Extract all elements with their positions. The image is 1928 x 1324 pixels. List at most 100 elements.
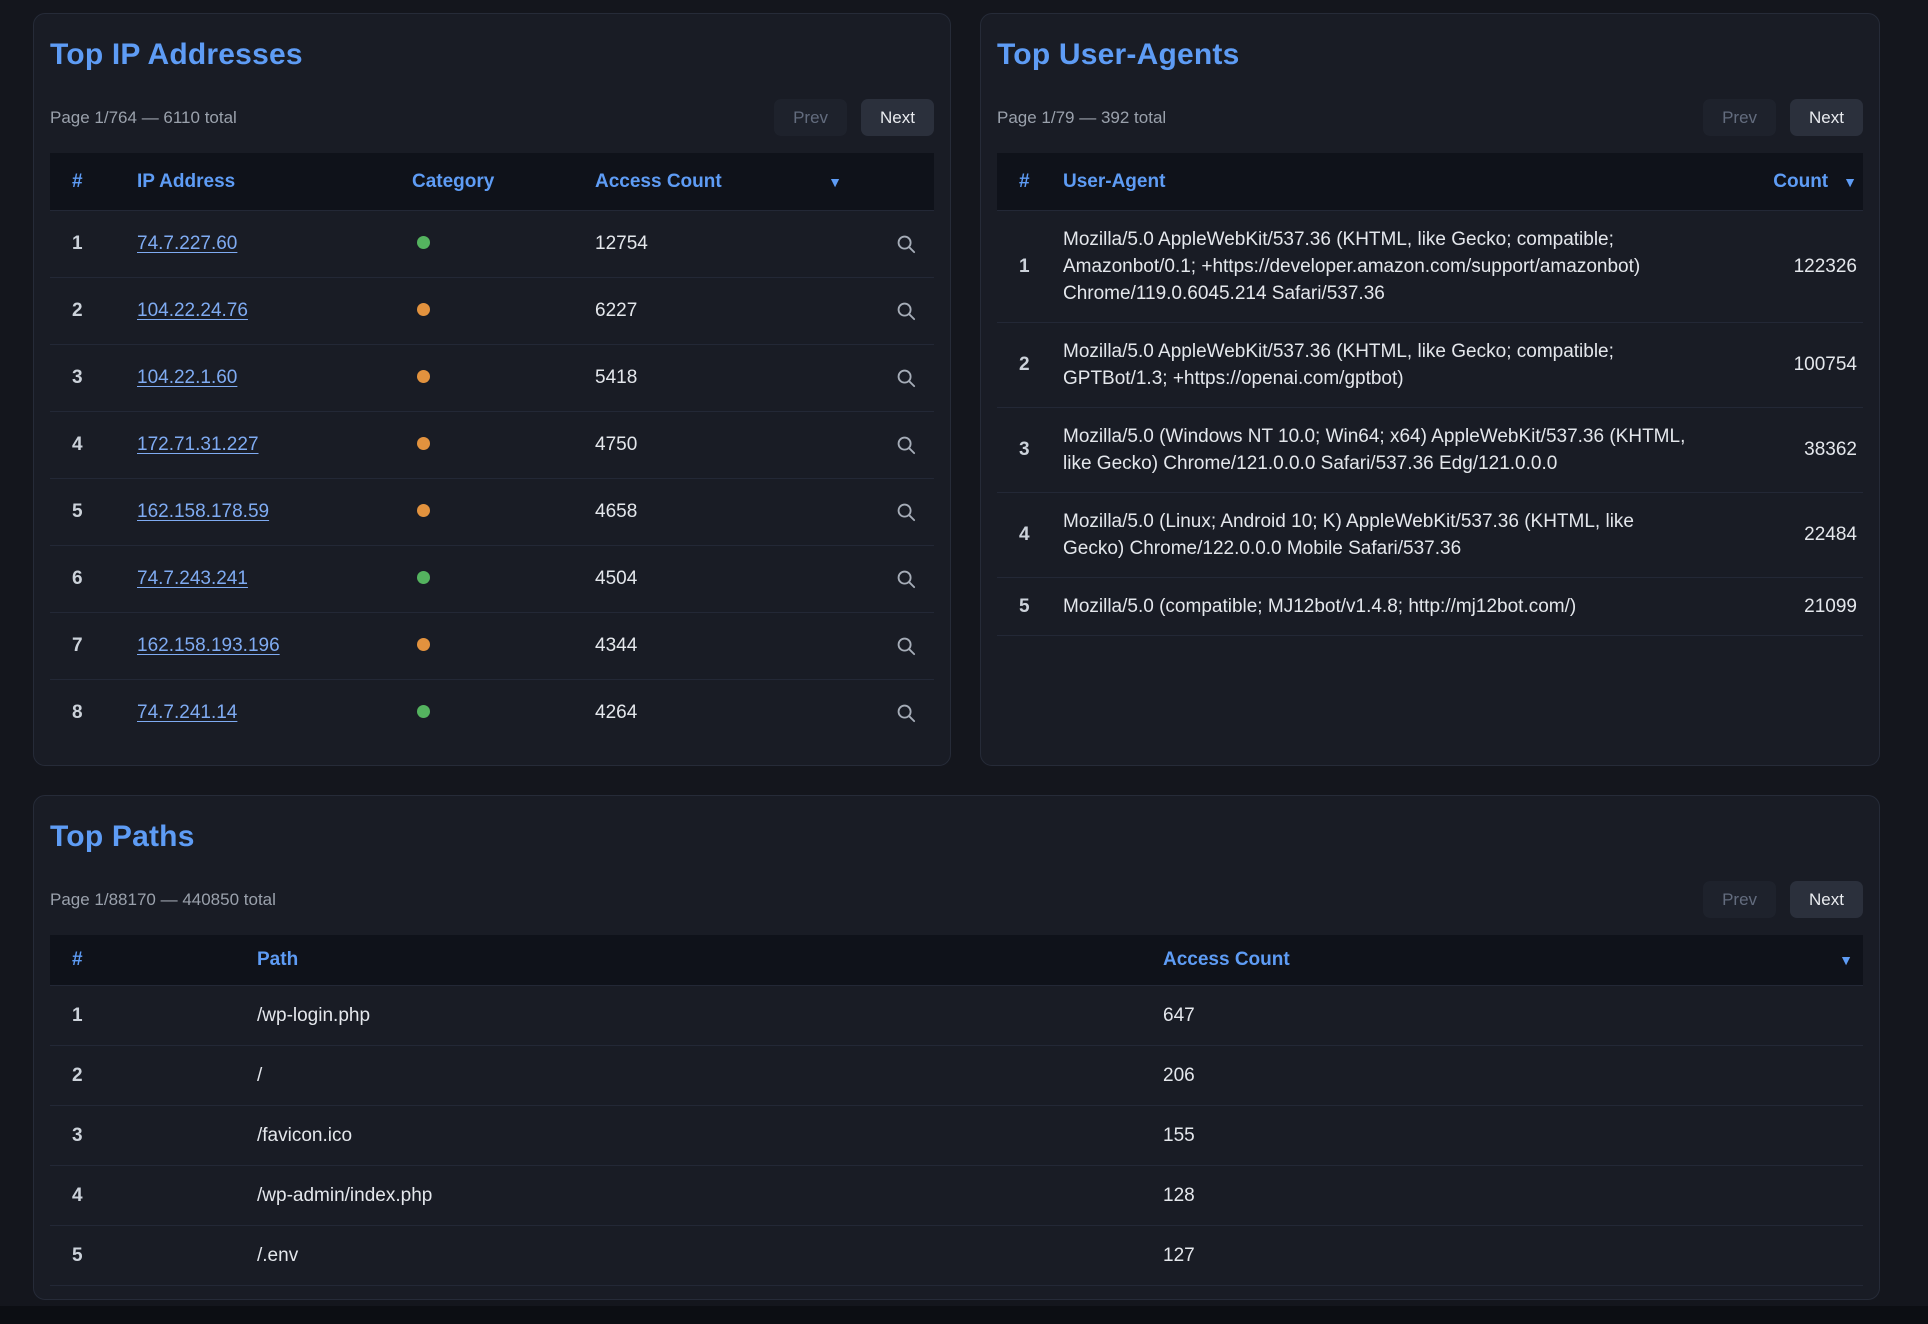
table-row: 5 Mozilla/5.0 (compatible; MJ12bot/v1.4.… <box>997 577 1863 635</box>
inspect-ip-button[interactable] <box>878 501 934 524</box>
inspect-ip-button[interactable] <box>878 635 934 658</box>
ip-address-link[interactable]: 74.7.227.60 <box>137 233 237 254</box>
column-header-count[interactable]: Count ▼ <box>1713 171 1863 193</box>
table-row: 4 172.71.31.227 4750 <box>50 411 934 478</box>
rank-cell: 4 <box>997 524 1063 546</box>
page-title: Top IP Addresses <box>50 38 934 72</box>
path-cell: / <box>235 1065 1163 1087</box>
table-header-row: # Path Access Count ▼ <box>50 935 1863 985</box>
category-dot <box>417 370 430 383</box>
table-row: 2 Mozilla/5.0 AppleWebKit/537.36 (KHTML,… <box>997 322 1863 407</box>
table-header-row: # User-Agent Count ▼ <box>997 153 1863 210</box>
ip-address-link[interactable]: 104.22.1.60 <box>137 367 237 388</box>
table-row: 2 / 206 <box>50 1045 1863 1105</box>
inspect-ip-button[interactable] <box>878 300 934 323</box>
ip-address-link[interactable]: 74.7.243.241 <box>137 568 248 589</box>
ip-address-link[interactable]: 172.71.31.227 <box>137 434 259 455</box>
pagination-info: Page 1/79 — 392 total <box>997 108 1166 128</box>
column-header-ip: IP Address <box>137 171 412 193</box>
user-agent-cell: Mozilla/5.0 (Linux; Android 10; K) Apple… <box>1063 508 1713 562</box>
rank-cell: 3 <box>997 439 1063 461</box>
sort-desc-icon[interactable]: ▼ <box>1843 174 1857 190</box>
rank-cell: 2 <box>997 354 1063 376</box>
table-row: 2 104.22.24.76 6227 <box>50 277 934 344</box>
rank-cell: 4 <box>50 1185 235 1207</box>
magnifier-icon <box>895 367 918 390</box>
next-button[interactable]: Next <box>1790 881 1863 918</box>
pagination-info: Page 1/764 — 6110 total <box>50 108 237 128</box>
column-header-access-count[interactable]: Access Count ▼ <box>1163 949 1863 971</box>
rank-cell: 3 <box>50 1125 235 1147</box>
inspect-ip-button[interactable] <box>878 702 934 725</box>
count-cell: 122326 <box>1713 256 1863 278</box>
column-header-access-count[interactable]: Access Count ▼ <box>595 171 878 193</box>
rank-cell: 1 <box>997 256 1063 278</box>
user-agent-cell: Mozilla/5.0 (compatible; MJ12bot/v1.4.8;… <box>1063 593 1713 620</box>
table-row: 5 162.158.178.59 4658 <box>50 478 934 545</box>
rank-cell: 2 <box>50 300 137 322</box>
paths-table: # Path Access Count ▼ 1 /wp-login.php 64… <box>50 935 1863 1286</box>
sort-desc-icon[interactable]: ▼ <box>1839 952 1853 968</box>
access-count-cell: 206 <box>1163 1065 1863 1087</box>
rank-cell: 8 <box>50 702 137 724</box>
rank-cell: 7 <box>50 635 137 657</box>
table-row: 8 74.7.241.14 4264 <box>50 679 934 746</box>
table-row: 1 Mozilla/5.0 AppleWebKit/537.36 (KHTML,… <box>997 210 1863 322</box>
access-count-cell: 12754 <box>595 233 878 255</box>
category-dot <box>417 236 430 249</box>
magnifier-icon <box>895 702 918 725</box>
category-dot <box>417 571 430 584</box>
table-row: 4 Mozilla/5.0 (Linux; Android 10; K) App… <box>997 492 1863 577</box>
column-header-user-agent: User-Agent <box>1063 171 1713 193</box>
rank-cell: 5 <box>50 501 137 523</box>
inspect-ip-button[interactable] <box>878 434 934 457</box>
ip-address-link[interactable]: 162.158.193.196 <box>137 635 280 656</box>
table-row: 4 /wp-admin/index.php 128 <box>50 1165 1863 1225</box>
count-cell: 100754 <box>1713 354 1863 376</box>
ip-address-link[interactable]: 104.22.24.76 <box>137 300 248 321</box>
rank-cell: 1 <box>50 233 137 255</box>
rank-cell: 2 <box>50 1065 235 1087</box>
ip-address-link[interactable]: 162.158.178.59 <box>137 501 269 522</box>
count-cell: 22484 <box>1713 524 1863 546</box>
path-cell: /wp-admin/index.php <box>235 1185 1163 1207</box>
sort-desc-icon[interactable]: ▼ <box>828 174 842 190</box>
access-count-cell: 4750 <box>595 434 878 456</box>
rank-cell: 3 <box>50 367 137 389</box>
rank-cell: 5 <box>997 596 1063 618</box>
path-cell: /favicon.ico <box>235 1125 1163 1147</box>
access-count-cell: 4658 <box>595 501 878 523</box>
column-header-path: Path <box>235 949 1163 971</box>
prev-button[interactable]: Prev <box>774 99 847 136</box>
magnifier-icon <box>895 233 918 256</box>
page-title: Top User-Agents <box>997 38 1863 72</box>
column-header-rank: # <box>50 171 137 193</box>
category-dot <box>417 504 430 517</box>
table-row: 1 /wp-login.php 647 <box>50 985 1863 1045</box>
next-button[interactable]: Next <box>1790 99 1863 136</box>
inspect-ip-button[interactable] <box>878 233 934 256</box>
inspect-ip-button[interactable] <box>878 568 934 591</box>
table-header-row: # IP Address Category Access Count ▼ <box>50 153 934 210</box>
next-button[interactable]: Next <box>861 99 934 136</box>
rank-cell: 4 <box>50 434 137 456</box>
panel-top-paths: Top Paths Page 1/88170 — 440850 total Pr… <box>33 795 1880 1300</box>
prev-button[interactable]: Prev <box>1703 99 1776 136</box>
magnifier-icon <box>895 434 918 457</box>
path-cell: /.env <box>235 1245 1163 1267</box>
access-count-cell: 5418 <box>595 367 878 389</box>
category-dot <box>417 303 430 316</box>
ip-address-link[interactable]: 74.7.241.14 <box>137 702 237 723</box>
access-count-cell: 155 <box>1163 1125 1863 1147</box>
table-row: 3 /favicon.ico 155 <box>50 1105 1863 1165</box>
table-row: 3 104.22.1.60 5418 <box>50 344 934 411</box>
page-title: Top Paths <box>50 820 1863 854</box>
magnifier-icon <box>895 501 918 524</box>
user-agent-cell: Mozilla/5.0 (Windows NT 10.0; Win64; x64… <box>1063 423 1713 477</box>
table-row: 7 162.158.193.196 4344 <box>50 612 934 679</box>
rank-cell: 5 <box>50 1245 235 1267</box>
user-agent-table: # User-Agent Count ▼ 1 Mozilla/5.0 Apple… <box>997 153 1863 636</box>
prev-button[interactable]: Prev <box>1703 881 1776 918</box>
magnifier-icon <box>895 300 918 323</box>
inspect-ip-button[interactable] <box>878 367 934 390</box>
